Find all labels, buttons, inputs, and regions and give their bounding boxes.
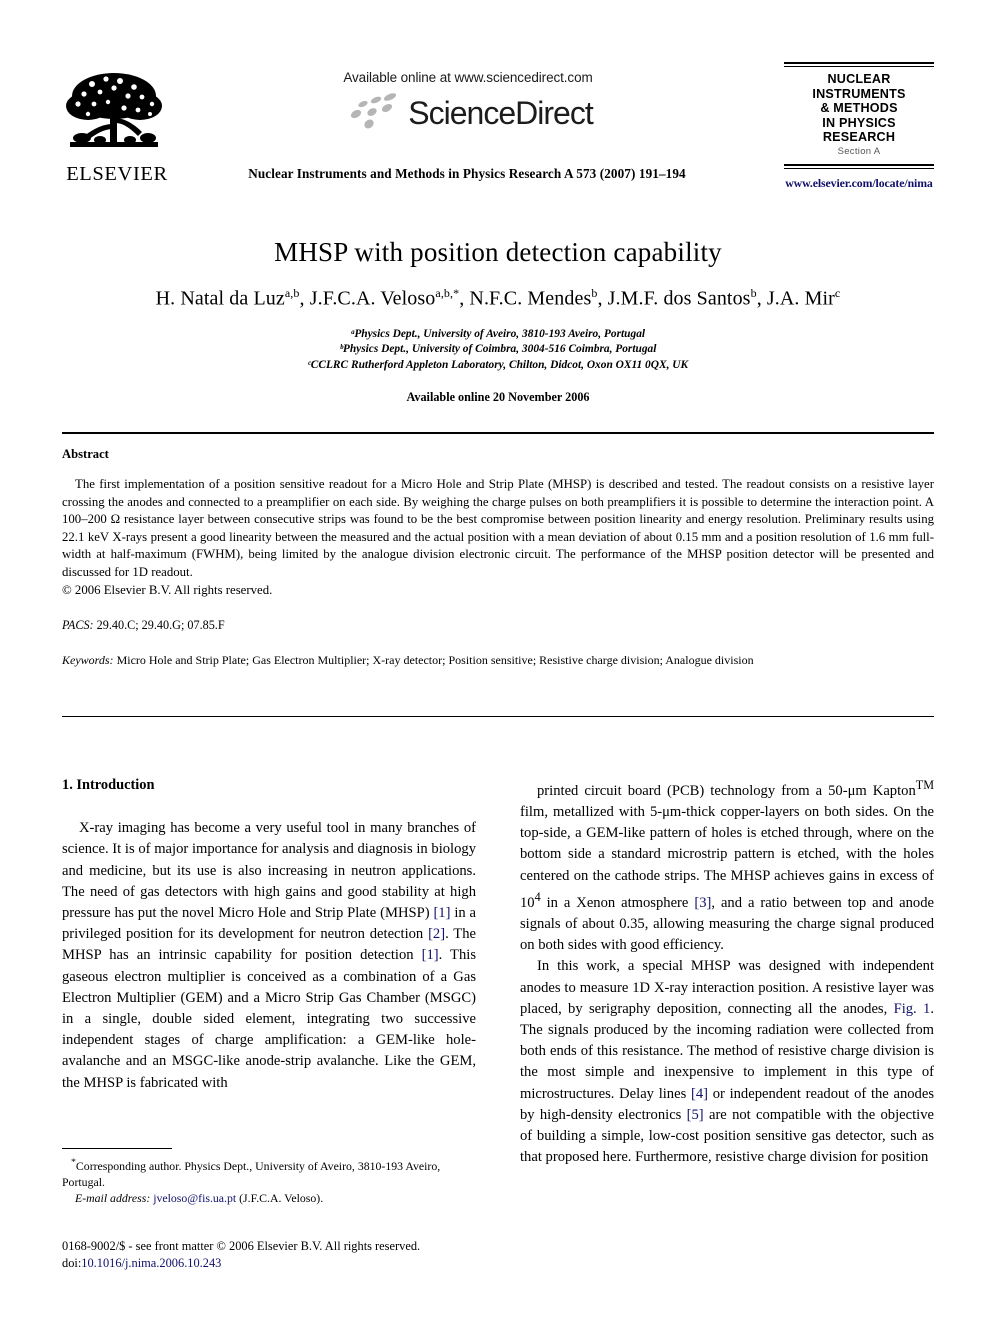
journal-logo-line-2: INSTRUMENTS — [812, 86, 906, 101]
abstract-top-rule — [62, 432, 934, 434]
abstract-section: Abstract The first implementation of a p… — [62, 447, 934, 668]
pacs-label: PACS: — [62, 618, 94, 633]
keywords-value: Micro Hole and Strip Plate; Gas Electron… — [116, 653, 754, 668]
journal-logo-line-3: & METHODS — [820, 101, 898, 116]
pacs-value: 29.40.C; 29.40.G; 07.85.F — [96, 618, 225, 633]
doi-line: doi:10.1016/j.nima.2006.10.243 — [62, 1255, 492, 1272]
sciencedirect-swoosh-icon — [351, 93, 397, 129]
body-column-right: printed circuit board (PCB) technology f… — [520, 775, 934, 1168]
available-online-date: Available online 20 November 2006 — [406, 390, 590, 405]
journal-logo-line-5: RESEARCH — [822, 130, 896, 145]
journal-logo-box: NUCLEAR INSTRUMENTS & METHODS IN PHYSICS… — [784, 62, 934, 191]
keywords-line: Keywords: Micro Hole and Strip Plate; Ga… — [62, 653, 934, 668]
abstract-bottom-rule — [62, 716, 934, 717]
page-title: MHSP with position detection capability — [274, 237, 722, 267]
journal-logo-rule-bottom — [784, 163, 934, 169]
email-link[interactable]: jveloso@fis.ua.pt — [153, 1191, 236, 1205]
keywords-label: Keywords: — [62, 653, 114, 668]
affiliation-c: ᶜCCLRC Rutherford Appleton Laboratory, C… — [307, 358, 689, 371]
title-block: MHSP with position detection capability … — [62, 237, 934, 405]
abstract-heading: Abstract — [62, 447, 109, 461]
email-label: E-mail address: — [75, 1191, 151, 1206]
masthead: ELSEVIER Available online at www.science… — [62, 62, 934, 212]
email-owner: (J.F.C.A. Veloso). — [239, 1191, 324, 1206]
footnote-rule — [62, 1148, 172, 1149]
affiliation-list: ᵃPhysics Dept., University of Aveiro, 38… — [62, 327, 934, 374]
affiliation-a: ᵃPhysics Dept., University of Aveiro, 38… — [350, 327, 646, 340]
author-list: H. Natal da Luza,b, J.F.C.A. Velosoa,b,*… — [155, 286, 841, 310]
journal-logo-line-4: IN PHYSICS — [822, 115, 896, 130]
journal-reference: Nuclear Instruments and Methods in Physi… — [248, 166, 686, 181]
corresponding-author-note: *Corresponding author. Physics Dept., Un… — [62, 1157, 441, 1189]
paragraph-intro-2: printed circuit board (PCB) technology f… — [520, 778, 934, 954]
paper-page: ELSEVIER Available online at www.science… — [0, 0, 992, 1323]
sciencedirect-wordmark: ScienceDirect — [408, 94, 593, 131]
abstract-copyright: © 2006 Elsevier B.V. All rights reserved… — [62, 582, 273, 597]
body-column-left: 1. Introduction X-ray imaging has become… — [62, 775, 476, 1094]
issn-line: 0168-9002/$ - see front matter © 2006 El… — [62, 1239, 421, 1253]
affiliation-b: ᵇPhysics Dept., University of Coimbra, 3… — [339, 343, 657, 356]
elsevier-logo: ELSEVIER — [62, 66, 172, 194]
abstract-body: The first implementation of a position s… — [62, 477, 934, 579]
section-heading-introduction: 1. Introduction — [62, 777, 155, 793]
journal-logo-line-1: NUCLEAR — [827, 72, 891, 86]
footnote-block: *Corresponding author. Physics Dept., Un… — [62, 1148, 476, 1207]
doi-link[interactable]: 10.1016/j.nima.2006.10.243 — [81, 1256, 221, 1270]
journal-logo-rule-top — [784, 62, 934, 67]
email-note: E-mail address: jveloso@fis.ua.pt (J.F.C… — [62, 1191, 476, 1207]
paragraph-intro-1: X-ray imaging has become a very useful t… — [62, 820, 477, 1091]
sciencedirect-block: Available online at www.sciencedirect.co… — [258, 70, 678, 135]
elsevier-wordmark: ELSEVIER — [66, 163, 168, 185]
doi-label: doi: — [62, 1256, 82, 1270]
pacs-line: PACS: 29.40.C; 29.40.G; 07.85.F — [62, 618, 934, 633]
sciencedirect-available-line: Available online at www.sciencedirect.co… — [343, 70, 593, 85]
journal-url-link[interactable]: www.elsevier.com/locate/nima — [784, 176, 934, 191]
imprint-block: 0168-9002/$ - see front matter © 2006 El… — [62, 1238, 492, 1272]
paragraph-intro-3: In this work, a special MHSP was designe… — [520, 958, 935, 1166]
journal-logo-section: Section A — [837, 145, 881, 157]
elsevier-tree-icon — [66, 73, 162, 147]
